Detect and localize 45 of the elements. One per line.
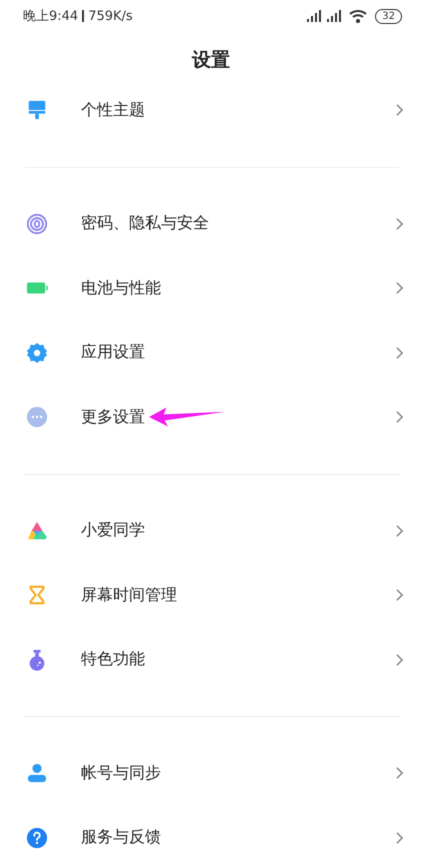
chevron-icon [395, 103, 404, 118]
wifi-icon [349, 9, 368, 23]
item-label: 密码、隐私与安全 [81, 213, 209, 234]
item-label: 应用设置 [81, 342, 145, 364]
item-label: 更多设置 [81, 406, 145, 428]
chevron-icon [395, 652, 404, 667]
chevron-icon [395, 588, 404, 602]
chevron-icon [395, 216, 404, 231]
chevron-icon [395, 766, 404, 780]
settings-item[interactable]: 更多设置 [0, 385, 422, 450]
settings-item[interactable]: 应用设置 [0, 320, 422, 385]
settings-item[interactable]: 帐号与同步 [0, 741, 422, 806]
more-icon [26, 406, 48, 428]
settings-item[interactable]: 屏幕时间管理 [0, 563, 422, 628]
chevron-icon [395, 281, 404, 296]
battery-indicator: 32 [375, 8, 402, 24]
person-icon [26, 762, 48, 784]
paint-roller-icon [26, 99, 48, 122]
item-label: 小爱同学 [81, 520, 145, 542]
item-label: 个性主题 [81, 100, 145, 121]
item-label: 服务与反馈 [81, 827, 161, 848]
settings-item[interactable]: 特色功能 [0, 628, 422, 692]
settings-item[interactable]: 个性主题 [0, 78, 422, 142]
item-label: 特色功能 [81, 649, 145, 670]
signal-icon [327, 10, 344, 22]
triangle-logo-icon [26, 520, 48, 542]
item-label: 帐号与同步 [81, 762, 161, 784]
settings-item[interactable]: 密码、隐私与安全 [0, 192, 422, 256]
chevron-icon [395, 524, 404, 538]
settings-item[interactable]: 服务与反馈 [0, 806, 422, 862]
page-title: 设置 [190, 48, 231, 73]
item-label: 屏幕时间管理 [81, 584, 177, 606]
status-time: 晚上9:44 [23, 8, 78, 25]
fingerprint-icon [26, 212, 48, 235]
help-icon [26, 826, 48, 849]
chevron-icon [395, 346, 404, 360]
chevron-icon [395, 410, 404, 424]
chevron-icon [395, 830, 404, 845]
signal-icon [307, 10, 324, 22]
network-speed: 759K/s [88, 8, 133, 24]
settings-item[interactable]: 电池与性能 [0, 256, 422, 320]
status-divider [82, 10, 84, 22]
gear-icon [26, 342, 48, 364]
settings-item[interactable]: 小爱同学 [0, 498, 422, 563]
item-label: 电池与性能 [81, 278, 161, 299]
